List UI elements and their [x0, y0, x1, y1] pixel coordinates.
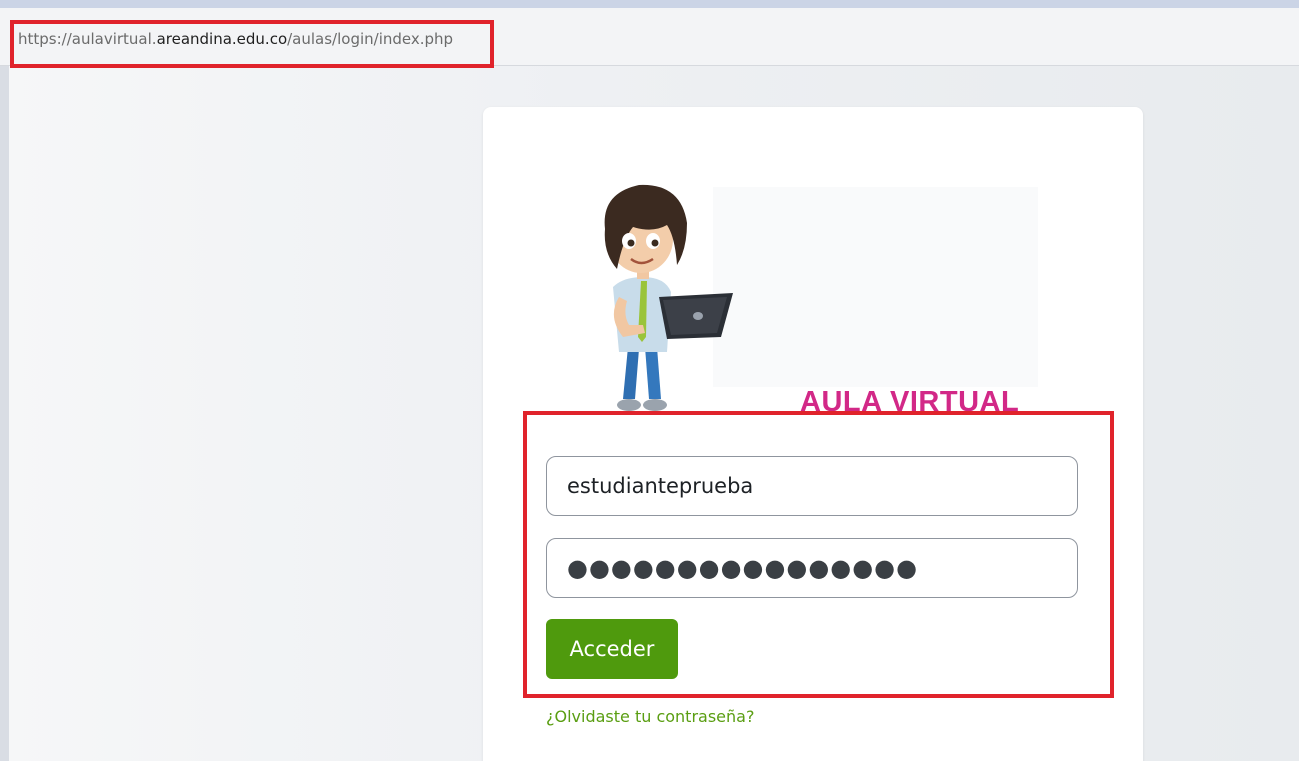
browser-top-strip — [0, 0, 1299, 8]
form-highlight-box — [523, 411, 1114, 698]
logo-area: AULA VIRTUAL — [583, 177, 1043, 427]
url-highlight-box — [10, 20, 494, 68]
forgot-password-link[interactable]: ¿Olvidaste tu contraseña? — [546, 707, 754, 726]
page: https://aulavirtual.areandina.edu.co/aul… — [0, 0, 1299, 761]
left-edge — [0, 66, 9, 761]
